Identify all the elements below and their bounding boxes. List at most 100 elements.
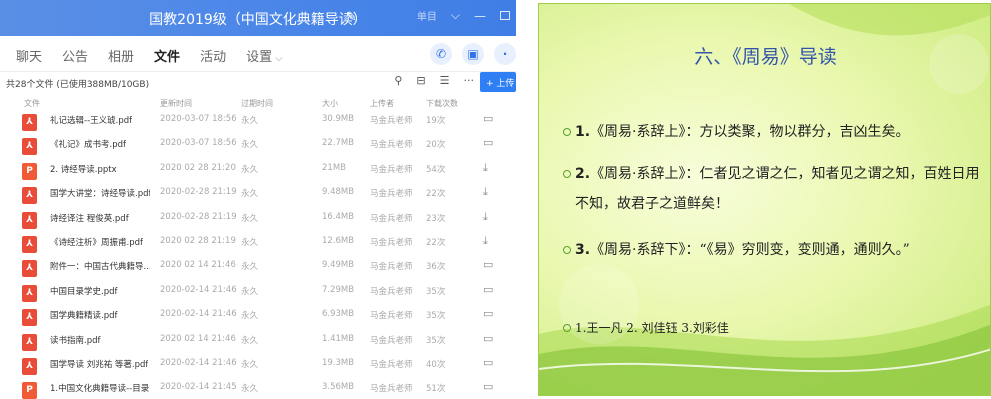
phone-icon[interactable]: ✆ <box>430 43 452 65</box>
file-updated-time: 2020-02-14 21:45 <box>160 382 237 393</box>
search-icon[interactable]: ⚲ <box>394 74 402 87</box>
pdf-icon: ⅄ <box>22 138 37 156</box>
file-expire: 永久 <box>241 335 259 346</box>
file-row[interactable]: ⅄ 《诗经注析》周振甫.pdf 2020 02 28 21:19 永久 12.6MB 马金… <box>0 230 516 254</box>
file-row[interactable]: ⅄ 国学典籍精读.pdf 2020-02-14 21:46 永久 6.93MB 马金兵老师… <box>0 303 516 327</box>
file-downloads: 19次 <box>426 116 446 126</box>
file-expire: 永久 <box>241 237 259 248</box>
screen-share-icon[interactable]: ▣ <box>462 43 484 65</box>
file-row[interactable]: ⅄ 国学导读 刘兆祐 等著.pdf 2020-02-14 21:46 永久 19.3MB… <box>0 352 516 376</box>
more-options-icon[interactable]: ··· <box>464 74 475 87</box>
file-size: 7.29MB <box>322 284 355 295</box>
file-expire: 永久 <box>241 359 259 370</box>
minimize-icon[interactable]: — <box>474 9 486 23</box>
file-name[interactable]: 2. 诗经导读.pptx <box>50 163 117 175</box>
title-bar: 国教2019级（中国文化典籍导读） ✎ 单目 ⌵ — <box>0 0 516 36</box>
folder-icon[interactable]: ▭ <box>483 307 493 320</box>
file-row[interactable]: P 1.中国文化典籍导读--目录... 2020-02-14 21:45 永久 3.56… <box>0 376 516 399</box>
folder-view-icon[interactable]: ⊟ <box>416 74 425 87</box>
file-expire: 永久 <box>241 140 259 151</box>
file-size: 22.7MB <box>322 138 355 149</box>
file-updated-time: 2020-02-28 21:19 <box>160 187 237 198</box>
tab-settings[interactable]: 设置 ⌵ <box>246 46 283 65</box>
tab-announcement[interactable]: 公告 <box>62 46 88 65</box>
pdf-icon: ⅄ <box>22 235 37 253</box>
file-uploader: 马金兵老师 <box>370 359 413 370</box>
file-size: 12.6MB <box>322 235 355 246</box>
file-downloads: 23次 <box>426 213 446 224</box>
file-uploader: 马金兵老师 <box>370 335 413 346</box>
file-name[interactable]: 《礼记》成书考.pdf <box>50 138 126 150</box>
pdf-icon: ⅄ <box>22 260 37 278</box>
file-row[interactable]: ⅄ 中国目录学史.pdf 2020-02-14 21:46 永久 7.29MB 马金兵老师… <box>0 279 516 303</box>
file-name[interactable]: 中国目录学史.pdf <box>50 285 118 297</box>
folder-icon[interactable]: ▭ <box>483 136 493 149</box>
file-uploader: 马金兵老师 <box>370 384 413 395</box>
file-downloads: 22次 <box>426 237 446 248</box>
file-downloads: 40次 <box>426 359 446 370</box>
folder-icon[interactable]: ▭ <box>483 380 493 393</box>
file-row[interactable]: ⅄ 国学大讲堂：诗经导读.pdf 2020-02-28 21:19 永久 9.48MB 马… <box>0 181 516 205</box>
file-name[interactable]: 附件一：中国古代典籍导... <box>50 260 150 272</box>
file-updated-time: 2020-02-28 21:19 <box>160 211 237 222</box>
file-expire: 永久 <box>241 189 259 200</box>
folder-icon[interactable]: ▭ <box>483 332 493 345</box>
file-downloads: 51次 <box>426 384 446 395</box>
file-row[interactable]: ⅄ 《礼记》成书考.pdf 2020-03-07 18:56 永久 22.7MB 马金兵老… <box>0 132 516 156</box>
slide-bullet-1: 1.《周易·系辞上》：方以类聚，物以群分，吉凶生矣。 <box>563 117 985 147</box>
tab-files[interactable]: 文件 <box>154 46 180 65</box>
file-uploader: 马金兵老师 <box>370 189 413 200</box>
upload-button[interactable]: + 上传 <box>480 72 516 92</box>
download-icon[interactable]: ⤓ <box>483 185 488 199</box>
user-label[interactable]: 单目 <box>417 8 437 23</box>
file-name[interactable]: 礼记选辑--王义琥.pdf <box>50 114 132 126</box>
list-view-icon[interactable]: ☰ <box>440 74 450 87</box>
chevron-down-icon[interactable]: ⌵ <box>451 8 460 23</box>
tab-chat[interactable]: 聊天 <box>16 46 42 65</box>
file-name[interactable]: 《诗经注析》周振甫.pdf <box>50 236 143 248</box>
file-uploader: 马金兵老师 <box>370 311 413 322</box>
file-size: 6.93MB <box>322 309 355 320</box>
group-file-window: 国教2019级（中国文化典籍导读） ✎ 单目 ⌵ — 聊天 公告 相册 文件 活… <box>0 0 516 399</box>
file-row[interactable]: ⅄ 诗经译注 程俊英.pdf 2020-02-28 21:19 永久 16.4MB 马金兵… <box>0 206 516 230</box>
folder-icon[interactable]: ▭ <box>483 112 493 125</box>
slide-title: 六、《周易》导读 <box>694 46 837 68</box>
file-size: 9.49MB <box>322 260 355 271</box>
maximize-icon[interactable] <box>500 11 510 20</box>
file-name[interactable]: 国学典籍精读.pdf <box>50 309 118 321</box>
download-icon[interactable]: ⤓ <box>483 161 488 175</box>
file-uploader: 马金兵老师 <box>370 140 413 151</box>
tab-album[interactable]: 相册 <box>108 46 134 65</box>
more-icon[interactable]: · <box>494 43 516 65</box>
file-downloads: 20次 <box>426 140 446 151</box>
file-uploader: 马金兵老师 <box>370 237 413 248</box>
slide-preview: 六、《周易》导读 1.《周易·系辞上》：方以类聚，物以群分，吉凶生矣。 2.《周… <box>538 3 991 396</box>
file-uploader: 马金兵老师 <box>370 286 413 297</box>
file-name[interactable]: 1.中国文化典籍导读--目录... <box>50 382 150 394</box>
bullet-circle-icon <box>563 170 571 178</box>
folder-icon[interactable]: ▭ <box>483 356 493 369</box>
file-row[interactable]: ⅄ 附件一：中国古代典籍导... 2020 02 14 21:46 永久 9.49MB 马… <box>0 254 516 278</box>
file-row[interactable]: P 2. 诗经导读.pptx 2020 02 28 21:20 永久 21MB 马金兵老师… <box>0 157 516 181</box>
file-row[interactable]: ⅄ 礼记选辑--王义琥.pdf 2020-03-07 18:56 永久 30.9MB 马金… <box>0 108 516 132</box>
tab-activity[interactable]: 活动 <box>200 46 226 65</box>
file-name[interactable]: 读书指南.pdf <box>50 334 101 346</box>
folder-icon[interactable]: ▭ <box>483 283 493 296</box>
file-name[interactable]: 国学导读 刘兆祐 等著.pdf <box>50 358 148 370</box>
file-downloads: 54次 <box>426 164 446 175</box>
file-name[interactable]: 国学大讲堂：诗经导读.pdf <box>50 187 150 199</box>
file-updated-time: 2020-03-07 18:56 <box>160 138 237 149</box>
download-icon[interactable]: ⤓ <box>483 234 488 248</box>
file-size: 1.41MB <box>322 333 355 344</box>
edit-pencil-icon[interactable]: ✎ <box>346 10 357 25</box>
bullet-text: 《周易·系辞下》：“《易》穷则变，变则通，通则久。” <box>590 242 910 258</box>
credits-text: 1.王一凡 2. 刘佳钰 3.刘彩佳 <box>575 321 729 335</box>
download-icon[interactable]: ⤓ <box>483 210 488 224</box>
file-row[interactable]: ⅄ 读书指南.pdf 2020 02 14 21:46 永久 1.41MB 马金兵老师 35… <box>0 328 516 352</box>
file-updated-time: 2020 02 28 21:20 <box>160 162 236 173</box>
pdf-icon: ⅄ <box>22 114 37 131</box>
folder-icon[interactable]: ▭ <box>483 258 493 271</box>
file-name[interactable]: 诗经译注 程俊英.pdf <box>50 212 129 224</box>
ppt-icon: P <box>22 162 37 180</box>
tab-settings-label: 设置 <box>246 50 273 65</box>
